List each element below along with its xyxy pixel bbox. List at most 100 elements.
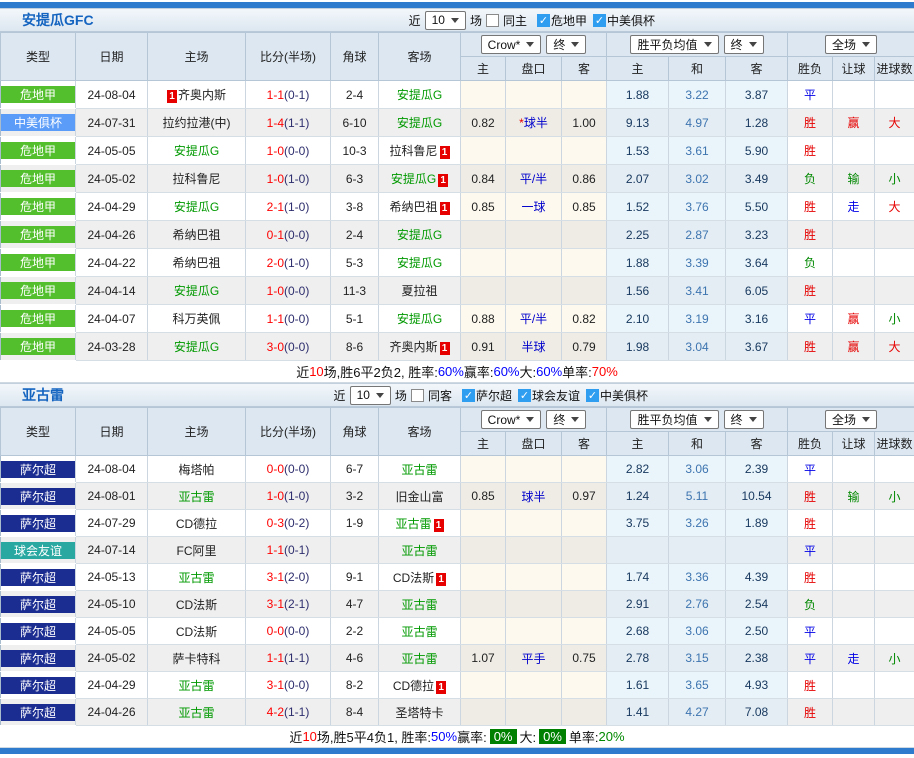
avg-away-odds: 2.39 bbox=[726, 456, 788, 483]
near-count-select[interactable]: 10 bbox=[350, 386, 391, 405]
home-team-name[interactable]: CD法斯 bbox=[176, 598, 217, 612]
match-date: 24-04-26 bbox=[76, 221, 148, 249]
away-team-name[interactable]: 旧金山富 bbox=[395, 490, 443, 504]
away-team-name[interactable]: 亚古雷 bbox=[401, 463, 437, 477]
halftime-score: (0-0) bbox=[284, 678, 309, 692]
crow-handicap bbox=[506, 537, 562, 564]
handicap-result-cell bbox=[833, 618, 875, 645]
chevron-down-icon bbox=[704, 417, 712, 422]
away-team-name[interactable]: CD法斯 bbox=[393, 571, 434, 585]
match-away-team: 亚古雷 bbox=[379, 537, 461, 564]
match-home-team: CD德拉 bbox=[148, 510, 246, 537]
match-row: 萨尔超24-08-01亚古雷1-0(1-0)3-2旧金山富0.85球半0.971… bbox=[1, 483, 914, 510]
league-filter-checkbox[interactable]: ✓ bbox=[593, 14, 606, 27]
goals-result-text: 小 bbox=[889, 490, 901, 504]
result-text: 胜 bbox=[804, 571, 816, 585]
near-count-select[interactable]: 10 bbox=[425, 11, 466, 30]
away-team-name[interactable]: 亚古雷 bbox=[401, 625, 437, 639]
away-team-name[interactable]: 亚古雷 bbox=[401, 598, 437, 612]
red-card-badge: 1 bbox=[434, 519, 444, 532]
avg-type-select[interactable]: 胜平负均值 bbox=[630, 410, 718, 429]
league-type-badge: 萨尔超 bbox=[1, 677, 75, 694]
summary-segment: 10 bbox=[309, 364, 323, 379]
away-team-name[interactable]: 齐奥内斯 bbox=[389, 340, 437, 354]
away-team-name[interactable]: 亚古雷 bbox=[395, 517, 431, 531]
league-filter-checkbox[interactable]: ✓ bbox=[537, 14, 550, 27]
league-filter-checkbox[interactable]: ✓ bbox=[462, 389, 475, 402]
home-team-name[interactable]: 希纳巴祖 bbox=[172, 256, 220, 270]
match-date: 24-03-28 bbox=[76, 333, 148, 361]
avg-away-odds: 7.08 bbox=[726, 699, 788, 726]
home-team-name[interactable]: 亚古雷 bbox=[178, 490, 214, 504]
scope-select[interactable]: 全场 bbox=[825, 410, 877, 429]
match-score: 0-1(0-0) bbox=[246, 221, 331, 249]
away-team-name[interactable]: 安提瓜G bbox=[397, 312, 442, 326]
match-date: 24-07-31 bbox=[76, 109, 148, 137]
match-home-team: 安提瓜G bbox=[148, 137, 246, 165]
away-team-name[interactable]: 安提瓜G bbox=[397, 116, 442, 130]
home-team-name[interactable]: 齐奥内斯 bbox=[178, 88, 226, 102]
chevron-down-icon bbox=[526, 42, 534, 47]
away-team-name[interactable]: 夏拉祖 bbox=[401, 284, 437, 298]
home-team-name[interactable]: 安提瓜G bbox=[174, 144, 219, 158]
odds-time-select[interactable]: 终 bbox=[546, 35, 586, 54]
result-text: 负 bbox=[804, 256, 816, 270]
away-team-name[interactable]: 安提瓜G bbox=[397, 228, 442, 242]
home-team-name[interactable]: 拉科鲁尼 bbox=[172, 172, 220, 186]
home-team-name[interactable]: 科万英佩 bbox=[172, 312, 220, 326]
chevron-down-icon bbox=[749, 417, 757, 422]
away-team-name[interactable]: CD德拉 bbox=[393, 679, 434, 693]
match-row: 危地甲24-04-07科万英佩1-1(0-0)5-1安提瓜G0.88平/半0.8… bbox=[1, 305, 914, 333]
away-team-name[interactable]: 安提瓜G bbox=[397, 88, 442, 102]
sub-header-result: 胜负 bbox=[788, 432, 833, 456]
home-team-name[interactable]: 亚古雷 bbox=[178, 571, 214, 585]
crow-away-odds: 0.97 bbox=[562, 483, 607, 510]
home-team-name[interactable]: 安提瓜G bbox=[174, 340, 219, 354]
home-team-name[interactable]: 亚古雷 bbox=[178, 679, 214, 693]
league-filter-checkbox[interactable]: ✓ bbox=[518, 389, 531, 402]
home-team-name[interactable]: 安提瓜G bbox=[174, 200, 219, 214]
goals-result-cell bbox=[875, 591, 914, 618]
same-venue-checkbox[interactable] bbox=[411, 389, 424, 402]
league-type-badge: 危地甲 bbox=[1, 142, 75, 159]
odds-source-select[interactable]: Crow* bbox=[481, 410, 542, 429]
scope-select[interactable]: 全场 bbox=[825, 35, 877, 54]
crow-away-odds bbox=[562, 137, 607, 165]
odds-group-header: Crow* 终 bbox=[461, 408, 607, 432]
odds-source-select[interactable]: Crow* bbox=[481, 35, 542, 54]
avg-draw-odds: 3.04 bbox=[669, 333, 726, 361]
league-filter-checkbox[interactable]: ✓ bbox=[586, 389, 599, 402]
match-away-team: 安提瓜G bbox=[379, 109, 461, 137]
home-team-name[interactable]: 梅塔帕 bbox=[178, 463, 214, 477]
avg-type-select[interactable]: 胜平负均值 bbox=[630, 35, 718, 54]
home-team-name[interactable]: FC阿里 bbox=[177, 544, 217, 558]
match-home-team: 梅塔帕 bbox=[148, 456, 246, 483]
match-home-team: 亚古雷 bbox=[148, 672, 246, 699]
avg-time-select[interactable]: 终 bbox=[724, 35, 764, 54]
away-team-name[interactable]: 安提瓜G bbox=[397, 256, 442, 270]
odds-time-select[interactable]: 终 bbox=[546, 410, 586, 429]
avg-time-select[interactable]: 终 bbox=[724, 410, 764, 429]
avg-home-odds: 2.91 bbox=[607, 591, 669, 618]
home-team-name[interactable]: CD德拉 bbox=[176, 517, 217, 531]
same-venue-checkbox[interactable] bbox=[486, 14, 499, 27]
home-team-name[interactable]: 亚古雷 bbox=[178, 706, 214, 720]
result-cell: 负 bbox=[788, 249, 833, 277]
handicap-result-cell: 输 bbox=[833, 165, 875, 193]
away-team-name[interactable]: 圣塔特卡 bbox=[395, 706, 443, 720]
match-home-team: 希纳巴祖 bbox=[148, 221, 246, 249]
home-team-name[interactable]: 希纳巴祖 bbox=[172, 228, 220, 242]
crow-away-odds: 0.75 bbox=[562, 645, 607, 672]
home-team-name[interactable]: 拉约拉港(中) bbox=[163, 116, 231, 130]
result-cell: 胜 bbox=[788, 277, 833, 305]
home-team-name[interactable]: 安提瓜G bbox=[174, 284, 219, 298]
home-team-name[interactable]: 萨卡特科 bbox=[172, 652, 220, 666]
away-team-name[interactable]: 亚古雷 bbox=[401, 652, 437, 666]
home-team-name[interactable]: CD法斯 bbox=[176, 625, 217, 639]
league-type-cell: 萨尔超 bbox=[1, 510, 76, 537]
away-team-name[interactable]: 希纳巴祖 bbox=[389, 200, 437, 214]
away-team-name[interactable]: 安提瓜G bbox=[391, 172, 436, 186]
away-team-name[interactable]: 亚古雷 bbox=[401, 544, 437, 558]
league-type-badge: 萨尔超 bbox=[1, 704, 75, 721]
away-team-name[interactable]: 拉科鲁尼 bbox=[389, 144, 437, 158]
